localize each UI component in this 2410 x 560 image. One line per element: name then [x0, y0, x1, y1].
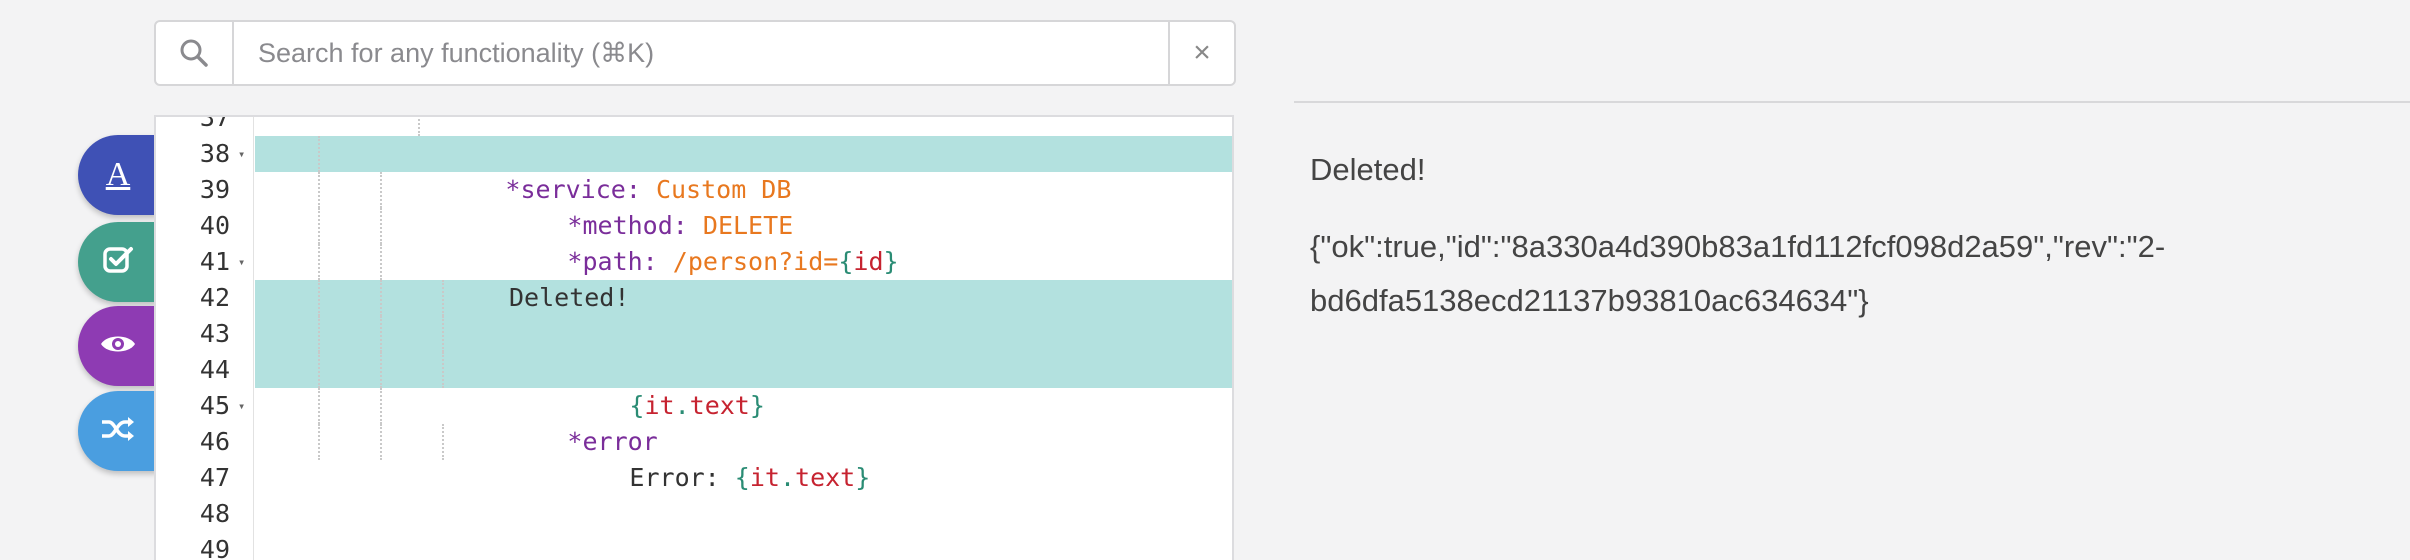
code-line: 45 ▾ *error [156, 388, 1232, 456]
line-number: 45 [199, 391, 230, 420]
code-text: Deleted! [509, 283, 630, 312]
output-title: Deleted! [1310, 152, 1426, 187]
validate-button[interactable] [78, 222, 158, 302]
preview-button[interactable] [78, 306, 158, 386]
shuffle-icon [99, 414, 137, 449]
font-a-icon: A [105, 156, 131, 193]
code-editor[interactable]: 37 38 ▾ *service: Custom DB 39 *method: … [154, 115, 1234, 560]
line-number: 40 [199, 211, 230, 240]
line-number: 37 [199, 115, 230, 132]
line-number: 48 [199, 499, 230, 528]
search-bar: × [154, 20, 1236, 86]
code-line: 49 [156, 532, 1232, 560]
eye-icon [99, 331, 137, 362]
code-line: 43 [156, 316, 1232, 352]
code-line: 40 *path: /person?id={id} [156, 208, 1232, 276]
output-json: {"ok":true,"id":"8a330a4d390b83a1fd112fc… [1310, 220, 2210, 328]
line-number: 38 [199, 139, 230, 168]
search-input[interactable] [234, 22, 1168, 84]
code-line: 48 [156, 496, 1232, 532]
code-line: 42 Deleted! [156, 280, 1232, 316]
clear-search-button[interactable]: × [1168, 22, 1234, 84]
code-line: 39 *method: DELETE [156, 172, 1232, 240]
code-line: 44 {it.text} [156, 352, 1232, 420]
line-number: 46 [199, 427, 230, 456]
code-line: 41 ▾ *success [156, 244, 1232, 312]
close-icon: × [1193, 36, 1211, 69]
divider [1730, 101, 2410, 103]
code-line: 38 ▾ *service: Custom DB [156, 136, 1232, 204]
line-number: 43 [199, 319, 230, 348]
code-line: 37 [156, 115, 1232, 136]
divider [1294, 101, 1730, 103]
line-number: 44 [199, 355, 230, 384]
output-json-line: bd6dfa5138ecd21137b93810ac634634"} [1310, 283, 1869, 318]
line-number: 49 [199, 535, 230, 560]
line-number: 41 [199, 247, 230, 276]
fold-toggle-icon[interactable]: ▾ [238, 244, 245, 280]
fold-toggle-icon[interactable]: ▾ [238, 136, 245, 172]
search-icon[interactable] [156, 22, 234, 84]
line-number: 42 [199, 283, 230, 312]
text-format-button[interactable]: A [78, 135, 158, 215]
fold-toggle-icon[interactable]: ▾ [238, 388, 245, 424]
checkbox-icon [101, 243, 135, 282]
code-line: 46 Error: {it.text} [156, 424, 1232, 492]
shuffle-button[interactable] [78, 391, 158, 471]
line-number: 39 [199, 175, 230, 204]
output-json-line: {"ok":true,"id":"8a330a4d390b83a1fd112fc… [1310, 229, 2166, 264]
code-line: 47 [156, 460, 1232, 496]
line-number: 47 [199, 463, 230, 492]
